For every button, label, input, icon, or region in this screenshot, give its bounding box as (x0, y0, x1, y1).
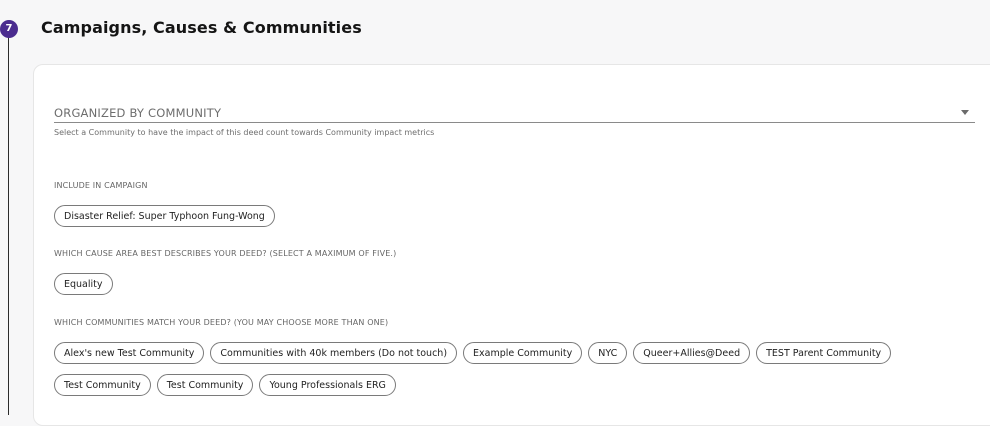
community-chip[interactable]: Young Professionals ERG (259, 374, 396, 396)
community-chip[interactable]: Example Community (463, 342, 583, 364)
community-chip[interactable]: Alex's new Test Community (54, 342, 205, 364)
step-number-badge: 7 (0, 20, 18, 38)
communities-chip-row-1: Alex's new Test Community Communities wi… (54, 342, 892, 364)
communities-label: WHICH COMMUNITIES MATCH YOUR DEED? (YOU … (54, 318, 389, 327)
community-chip[interactable]: Test Community (54, 374, 151, 396)
communities-chip-row-2: Test Community Test Community Young Prof… (54, 374, 396, 396)
campaign-chip[interactable]: Disaster Relief: Super Typhoon Fung-Wong (54, 205, 275, 227)
chevron-down-icon[interactable] (961, 110, 969, 115)
community-chip[interactable]: Test Community (156, 374, 254, 396)
community-chip[interactable]: NYC (588, 342, 628, 364)
cause-area-label: WHICH CAUSE AREA BEST DESCRIBES YOUR DEE… (54, 249, 397, 258)
campaign-label: INCLUDE IN CAMPAIGN (54, 181, 148, 190)
cause-area-chip[interactable]: Equality (54, 273, 113, 295)
community-chip[interactable]: Communities with 40k members (Do not tou… (210, 342, 458, 364)
community-chip[interactable]: Queer+Allies@Deed (633, 342, 751, 364)
community-select-label: ORGANIZED BY COMMUNITY (54, 106, 222, 120)
section-title: Campaigns, Causes & Communities (41, 18, 362, 37)
community-select[interactable]: ORGANIZED BY COMMUNITY (54, 104, 975, 123)
campaign-chip-list: Disaster Relief: Super Typhoon Fung-Wong (54, 205, 275, 227)
community-chip[interactable]: TEST Parent Community (756, 342, 892, 364)
community-select-helper: Select a Community to have the impact of… (54, 128, 435, 137)
cause-area-chip-list: Equality (54, 273, 113, 295)
step-connector-line (8, 36, 9, 415)
